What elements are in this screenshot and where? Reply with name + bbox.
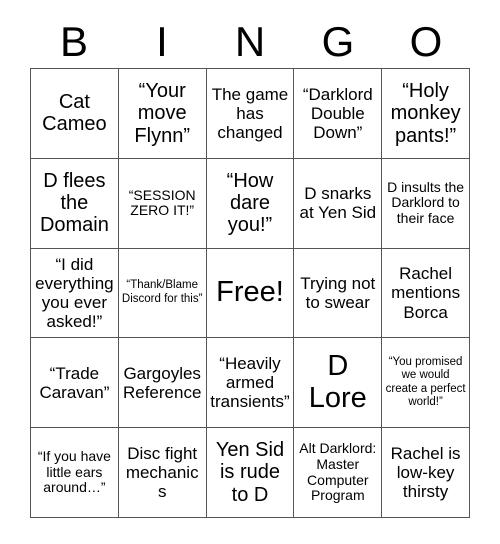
bingo-cell-r2-c1[interactable]: D flees the Domain [31,158,119,249]
bingo-cell-label: “Holy monkey pants!” [390,79,461,147]
bingo-cell-r3-c2[interactable]: “Thank/Blame Discord for this” [118,248,207,339]
bingo-cell-r1-c2[interactable]: “Your move Flynn” [118,69,207,159]
bingo-cell-label: Disc fight mechanics [125,444,199,502]
bingo-header-letter-5: O [409,18,443,65]
bingo-cell-label: “SESSION ZERO IT!” [128,186,196,219]
bingo-cell-r3-c5[interactable]: Rachel mentions Borca [382,248,470,339]
bingo-cell-r4-c1[interactable]: “Trade Caravan” [31,338,119,429]
bingo-header-letter-1: B [59,18,88,65]
bingo-cell-label: D Lore [308,350,367,414]
bingo-cell-r4-c5[interactable]: “You promised we would create a perfect … [382,338,470,429]
bingo-cell-label: Rachel is low-key thirsty [390,444,461,502]
bingo-cell-label: D flees the Domain [39,169,109,237]
bingo-cell-r1-c1[interactable]: Cat Cameo [31,69,119,159]
bingo-cell-label: “Darklord Double Down” [302,84,373,142]
bingo-cell-r4-c2[interactable]: Gargoyles Reference [118,338,207,429]
bingo-cell-r2-c5[interactable]: D insults the Darklord to their face [382,158,470,249]
bingo-cell-label: The game has changed [211,84,289,142]
bingo-cell-label: “If you have little ears around…” [37,448,111,496]
bingo-cell-label: Cat Cameo [42,91,107,136]
bingo-grid: Cat Cameo “Your move Flynn” The game has c… [30,68,470,518]
bingo-cell-label: “Heavily armed transients” [210,354,290,412]
bingo-cell-r1-c3[interactable]: The game has changed [206,69,295,159]
bingo-cell-r3-c4[interactable]: Trying not to swear [294,248,383,339]
bingo-cell-r2-c4[interactable]: D snarks at Yen Sid [294,158,383,249]
bingo-cell-r3-c1[interactable]: “I did everything you ever asked!” [31,248,119,339]
bingo-cell-r5-c4[interactable]: Alt Darklord: Master Computer Program [294,428,383,518]
bingo-cell-label: “Your move Flynn” [134,79,190,147]
bingo-cell-r5-c1[interactable]: “If you have little ears around…” [31,428,119,518]
bingo-cell-r5-c3[interactable]: Yen Sid is rude to D [206,428,295,518]
bingo-cell-label: Alt Darklord: Master Computer Program [299,440,377,504]
bingo-cell-label: “I did everything you ever asked!” [35,254,114,332]
bingo-cell-label: Rachel mentions Borca [391,264,461,322]
bingo-header-letter-2: I [156,18,168,65]
bingo-cell-r2-c3[interactable]: “How dare you!” [206,158,295,249]
bingo-cell-r5-c2[interactable]: Disc fight mechanics [118,428,207,518]
bingo-header-letter-3: N [234,18,266,65]
bingo-cell-label: Yen Sid is rude to D [215,439,285,506]
bingo-free-space[interactable]: Free! [206,248,295,339]
bingo-cell-label: “Trade Caravan” [39,363,110,402]
bingo-card: B I N G O Cat Cameo “Your move Flynn” The game… [0,0,500,544]
bingo-cell-label: Free! [216,276,284,309]
bingo-cell-r1-c4[interactable]: “Darklord Double Down” [294,69,383,159]
bingo-header: BINGO [30,16,470,68]
bingo-cell-label: “How dare you!” [226,169,274,237]
bingo-cell-r4-c3[interactable]: “Heavily armed transients” [206,338,295,429]
bingo-cell-label: “Thank/Blame Discord for this” [121,279,203,305]
bingo-cell-label: “You promised we would create a perfect … [385,355,466,409]
bingo-cell-r4-c4[interactable]: D Lore [294,338,383,429]
bingo-cell-r1-c5[interactable]: “Holy monkey pants!” [382,69,470,159]
bingo-header-letter-4: G [321,18,355,65]
bingo-cell-label: Gargoyles Reference [122,363,202,402]
bingo-cell-r5-c5[interactable]: Rachel is low-key thirsty [382,428,470,518]
bingo-cell-label: D insults the Darklord to their face [387,178,465,227]
bingo-cell-label: Trying not to swear [300,273,376,312]
bingo-cell-r2-c2[interactable]: “SESSION ZERO IT!” [118,158,207,249]
bingo-cell-label: D snarks at Yen Sid [299,184,377,223]
